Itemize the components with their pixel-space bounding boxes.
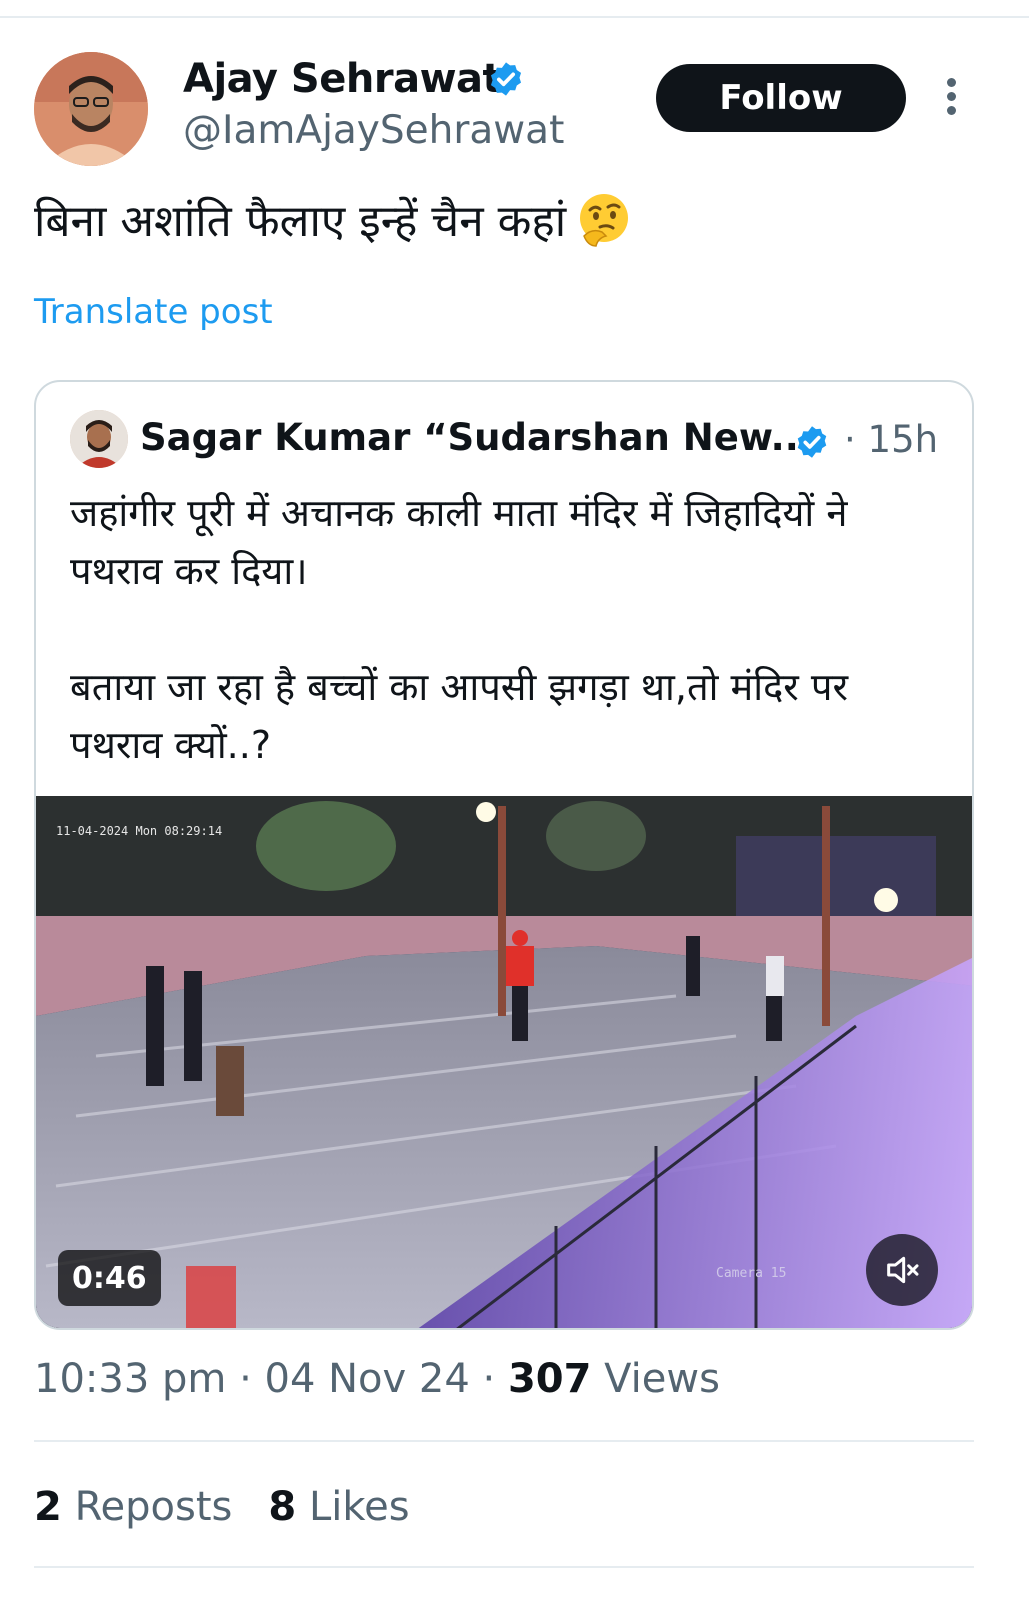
quoted-author-name[interactable]: Sagar Kumar “Sudarshan New... — [140, 416, 813, 459]
thinking-face-icon — [580, 194, 629, 247]
quoted-post-time: · 15h — [844, 418, 939, 461]
author-handle[interactable]: @IamAjaySehrawat — [183, 108, 564, 153]
quoted-post-card[interactable]: Sagar Kumar “Sudarshan New... · 15h जहां… — [34, 380, 974, 1330]
video-overlay-timestamp: 11-04-2024 Mon 08:29:14 — [56, 824, 223, 838]
quoted-verified-badge-icon — [797, 426, 827, 458]
author-display-name[interactable]: Ajay Sehrawat — [183, 56, 502, 102]
quoted-author-avatar[interactable] — [70, 410, 128, 468]
likes-label: Likes — [308, 1484, 410, 1530]
reposts-count: 2 — [34, 1484, 62, 1530]
metadata-divider — [34, 1440, 974, 1442]
speaker-muted-icon — [887, 1256, 919, 1284]
quoted-text-line: पथराव कर दिया। — [70, 549, 308, 593]
quoted-post-text: जहांगीर पूरी में अचानक काली माता मंदिर म… — [70, 484, 950, 774]
post-text-content: बिना अशांति फैलाए इन्हें चैन कहां — [34, 196, 567, 247]
likes-count: 8 — [268, 1484, 297, 1530]
video-frame — [36, 796, 972, 1328]
stats-divider — [34, 1566, 974, 1568]
views-count: 307 — [507, 1356, 592, 1402]
top-divider — [0, 16, 1029, 18]
reposts-label: Reposts — [74, 1484, 233, 1530]
translate-post-link[interactable]: Translate post — [34, 292, 273, 332]
reposts-stat[interactable]: 2 Reposts — [34, 1484, 232, 1530]
quoted-text-line: बताया जा रहा है बच्चों का आपसी झगड़ा था,… — [70, 665, 849, 709]
video-camera-label: Camera 15 — [716, 1266, 787, 1281]
post-time[interactable]: 10:33 pm — [34, 1356, 226, 1402]
likes-stat[interactable]: 8 Likes — [268, 1484, 409, 1530]
follow-button[interactable]: Follow — [656, 64, 906, 132]
quoted-text-line: जहांगीर पूरी में अचानक काली माता मंदिर म… — [70, 491, 848, 535]
video-duration: 0:46 — [58, 1250, 161, 1306]
video-player[interactable]: 11-04-2024 Mon 08:29:14 Camera 15 0:46 — [36, 796, 972, 1328]
mute-toggle-button[interactable] — [866, 1234, 938, 1306]
views-label: Views — [604, 1356, 720, 1402]
quoted-text-line: पथराव क्यों..? — [70, 723, 271, 767]
post-date[interactable]: 04 Nov 24 — [265, 1356, 470, 1402]
author-avatar[interactable] — [34, 52, 148, 166]
more-options-icon[interactable] — [940, 78, 962, 118]
engagement-stats: 2 Reposts 8 Likes — [34, 1484, 410, 1530]
post-text: बिना अशांति फैलाए इन्हें चैन कहां — [34, 190, 632, 254]
quoted-text-line — [70, 600, 950, 658]
verified-badge-icon — [490, 62, 522, 96]
post-metadata: 10:33 pm · 04 Nov 24 · 307 Views — [34, 1356, 720, 1402]
